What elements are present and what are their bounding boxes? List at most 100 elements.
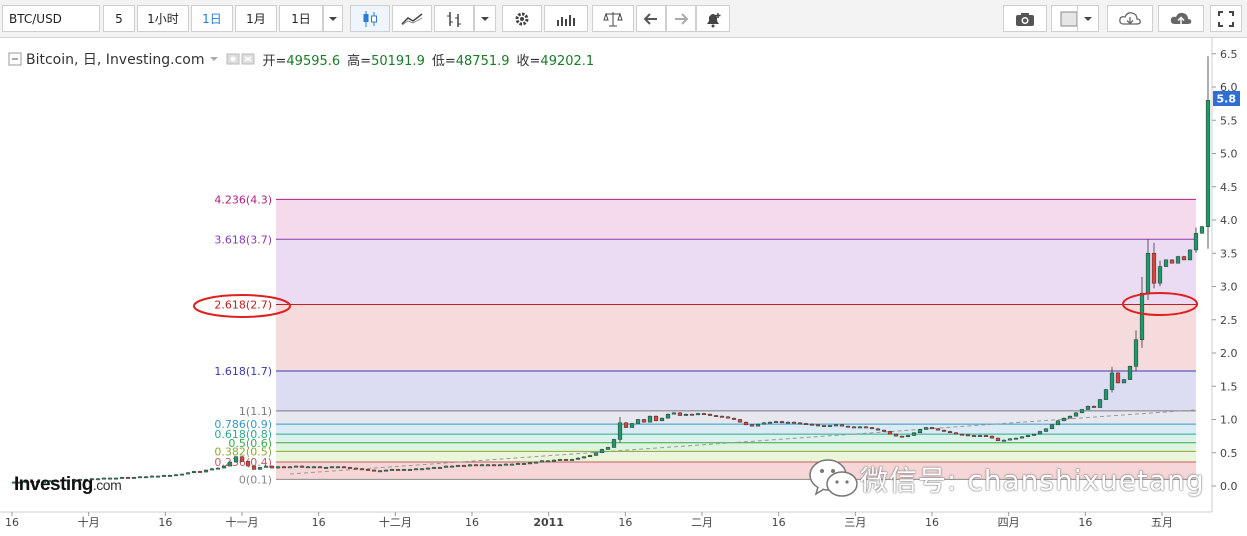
candle-body <box>437 467 443 469</box>
chart-type-dropdown[interactable] <box>474 5 496 32</box>
candle-body <box>809 423 815 426</box>
candle-body <box>287 466 293 469</box>
candle-body <box>719 415 725 418</box>
candle-body <box>677 412 683 416</box>
candle-body <box>581 456 587 459</box>
candle-body <box>935 428 941 431</box>
fullscreen-button[interactable] <box>1210 5 1242 32</box>
indicators-button[interactable] <box>544 5 588 32</box>
candle-body <box>947 431 953 434</box>
fib-level-label: 4.236(4.3) <box>214 193 272 206</box>
candle-body <box>629 423 635 428</box>
time-tick-label: 2011 <box>533 516 564 529</box>
candle-body <box>1103 389 1109 400</box>
undo-button[interactable] <box>636 5 666 32</box>
candle-body <box>995 437 1001 442</box>
candle-body <box>695 413 701 416</box>
candle-body <box>689 413 695 416</box>
brand-suffix: .com <box>92 477 122 493</box>
candle-body <box>647 415 653 423</box>
candle-body <box>821 425 827 427</box>
load-chart-button[interactable] <box>1107 5 1153 32</box>
interval-dropdown-toggle[interactable] <box>323 5 343 32</box>
candle-body <box>1121 379 1127 384</box>
time-tick-label: 16 <box>312 516 326 529</box>
candle-body <box>527 462 533 465</box>
fib-band <box>276 424 1196 435</box>
candle-body <box>827 425 833 427</box>
candle-body <box>143 476 149 479</box>
candle-body <box>1037 431 1043 435</box>
wechat-watermark: 微信号: chanshixuetang <box>808 456 1205 502</box>
alert-button[interactable] <box>696 5 730 32</box>
cloud-download-icon <box>1119 11 1141 25</box>
candle-body <box>1145 253 1151 294</box>
candle-body <box>395 469 401 471</box>
candle-body <box>839 424 845 427</box>
series-settings-icons[interactable] <box>226 52 256 66</box>
time-tick-label: 16 <box>465 516 479 529</box>
interval-1d-button[interactable]: 1日 <box>191 5 233 32</box>
candle-body <box>311 466 317 469</box>
candle-body <box>539 460 545 463</box>
compare-button[interactable] <box>592 5 634 32</box>
candlestick-type-button[interactable] <box>350 5 390 32</box>
cloud-upload-icon <box>1170 12 1192 24</box>
price-tick-label: 0.5 <box>1220 447 1238 460</box>
candle-body <box>515 463 521 465</box>
candle-body <box>785 421 791 424</box>
candle-body <box>1205 100 1211 227</box>
period-input[interactable]: 5 <box>103 5 135 32</box>
candle-body <box>941 429 947 432</box>
candle-body <box>281 466 287 469</box>
price-tick-label: 4.5 <box>1220 181 1238 194</box>
save-chart-button[interactable] <box>1158 5 1204 32</box>
theme-dropdown[interactable] <box>1077 5 1099 32</box>
symbol-text: BTC/USD <box>9 11 62 26</box>
candle-body <box>1001 439 1007 442</box>
candle-body <box>473 464 479 467</box>
collapse-legend-icon[interactable] <box>8 52 22 66</box>
candle-body <box>887 431 893 435</box>
price-tick-label: 5.0 <box>1220 148 1238 161</box>
candle-body <box>659 417 665 422</box>
candle-body <box>713 415 719 417</box>
fib-level-label: 3.618(3.7) <box>214 233 272 246</box>
candle-body <box>893 433 899 437</box>
fib-level-label: 0(0.1) <box>239 473 272 486</box>
candle-body <box>1043 428 1049 432</box>
open-label: 开= <box>262 53 287 69</box>
time-tick-label: 16 <box>772 516 786 529</box>
candle-body <box>899 435 905 438</box>
candle-body <box>917 429 923 434</box>
candle-body <box>1181 256 1187 261</box>
price-tick-label: 1.0 <box>1220 414 1238 427</box>
candle-body <box>923 427 929 430</box>
fibonacci-extension[interactable]: 0(0.1)0.236(0.4)0.382(0.5)0.5(0.6)0.618(… <box>214 193 1196 486</box>
toolbar: BTC/USD 5 1小时 1日 1月 1日 <box>0 0 1247 38</box>
interval-1m-button[interactable]: 1月 <box>235 5 277 32</box>
candle-body <box>1163 259 1169 267</box>
candle-body <box>359 468 365 471</box>
candle-body <box>557 459 563 461</box>
chevron-down-icon <box>329 16 337 21</box>
candle-body <box>431 467 437 469</box>
bar-type-button[interactable] <box>434 5 474 32</box>
candle-body <box>773 421 779 423</box>
candle-body <box>953 432 959 435</box>
candle-body <box>1019 436 1025 439</box>
candle-body <box>683 413 689 416</box>
high-label: 高= <box>347 53 372 69</box>
time-tick-label: 16 <box>925 516 939 529</box>
interval-1h-button[interactable]: 1小时 <box>137 5 189 32</box>
interval-dropdown[interactable]: 1日 <box>279 5 323 32</box>
symbol-input[interactable]: BTC/USD <box>2 5 100 32</box>
redo-button[interactable] <box>666 5 696 32</box>
candle-body <box>269 465 275 469</box>
candle-body <box>233 456 239 463</box>
line-type-button[interactable] <box>392 5 432 32</box>
candle-body <box>263 465 269 468</box>
snapshot-button[interactable] <box>1003 5 1047 32</box>
settings-button[interactable] <box>502 5 542 32</box>
chevron-down-icon[interactable] <box>209 57 218 61</box>
